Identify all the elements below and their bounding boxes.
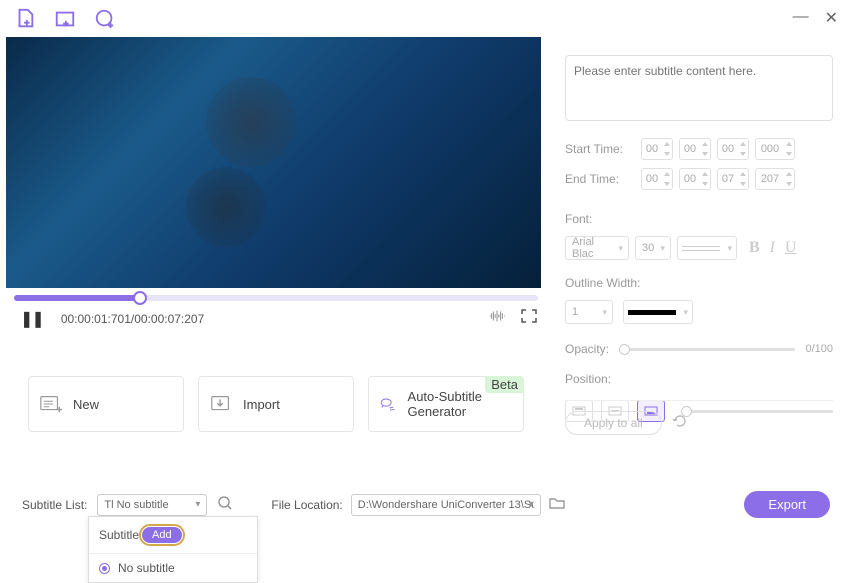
- opacity-slider[interactable]: [619, 348, 795, 351]
- bold-button[interactable]: B: [749, 239, 760, 257]
- timeline-progress: [14, 295, 140, 301]
- position-label: Position:: [565, 372, 833, 386]
- subtitle-list-label: Subtitle List:: [22, 498, 87, 512]
- start-hour-input[interactable]: 00: [641, 138, 673, 160]
- start-min-input[interactable]: 00: [679, 138, 711, 160]
- subtitle-content-input[interactable]: [565, 55, 833, 121]
- fullscreen-icon[interactable]: [520, 308, 538, 329]
- beta-badge: Beta: [485, 376, 524, 393]
- start-ms-input[interactable]: 000: [755, 138, 795, 160]
- start-sec-input[interactable]: 00: [717, 138, 749, 160]
- timecode-display: 00:00:01:701/00:00:07:207: [61, 312, 204, 326]
- file-location-value: D:\Wondershare UniConverter 13\SubEdite: [358, 499, 534, 511]
- reset-icon[interactable]: [672, 413, 688, 434]
- add-file-icon[interactable]: [14, 8, 36, 35]
- video-preview[interactable]: [6, 37, 541, 288]
- import-card-label: Import: [243, 397, 280, 412]
- outline-color-swatch: [628, 310, 676, 315]
- subtitle-list-dropdown[interactable]: Tl No subtitle: [97, 494, 207, 516]
- open-folder-icon[interactable]: [549, 496, 565, 513]
- underline-button[interactable]: U: [785, 239, 797, 257]
- new-card-label: New: [73, 397, 99, 412]
- font-color-select[interactable]: [677, 236, 737, 260]
- italic-button[interactable]: I: [770, 239, 775, 257]
- timeline-scrubber[interactable]: [14, 295, 538, 301]
- minimize-button[interactable]: —: [793, 8, 809, 28]
- apply-to-all-button[interactable]: Apply to all: [565, 411, 662, 435]
- add-subtitle-button[interactable]: Add: [142, 527, 182, 543]
- opacity-thumb[interactable]: [619, 344, 630, 355]
- end-time-label: End Time:: [565, 172, 635, 186]
- font-size-select[interactable]: 30: [635, 236, 671, 260]
- add-highlight-ring: Add: [139, 524, 185, 546]
- font-family-select[interactable]: Arial Blac: [565, 236, 629, 260]
- font-color-swatch: [682, 246, 720, 251]
- search-subtitle-icon[interactable]: [217, 495, 233, 514]
- waveform-icon[interactable]: [488, 308, 506, 329]
- subtitle-menu-header: Subtitle Add: [89, 517, 257, 554]
- file-location-dropdown[interactable]: D:\Wondershare UniConverter 13\SubEdite: [351, 494, 541, 516]
- add-circle-icon[interactable]: [94, 8, 116, 35]
- export-button[interactable]: Export: [744, 491, 830, 518]
- opacity-value: 0/100: [805, 343, 833, 355]
- import-subtitle-card[interactable]: Import: [198, 376, 354, 432]
- end-sec-input[interactable]: 07: [717, 168, 749, 190]
- auto-subtitle-card[interactable]: Beta T Auto-Subtitle Generator: [368, 376, 524, 432]
- timeline-thumb[interactable]: [133, 291, 147, 305]
- outline-width-select[interactable]: 1: [565, 300, 613, 324]
- outline-width-label: Outline Width:: [565, 276, 833, 290]
- end-min-input[interactable]: 00: [679, 168, 711, 190]
- new-subtitle-card[interactable]: New: [28, 376, 184, 432]
- start-time-label: Start Time:: [565, 142, 635, 156]
- close-button[interactable]: ✕: [825, 8, 838, 28]
- subtitle-selected-value: Tl No subtitle: [104, 499, 168, 511]
- pause-button[interactable]: ❚❚: [20, 309, 43, 329]
- auto-card-label: Auto-Subtitle Generator: [408, 389, 513, 419]
- panel-divider: [565, 400, 833, 401]
- position-slider[interactable]: [681, 410, 833, 413]
- end-hour-input[interactable]: 00: [641, 168, 673, 190]
- add-frame-icon[interactable]: [54, 8, 76, 35]
- subtitle-header-label: Subtitle: [99, 528, 139, 542]
- file-location-label: File Location:: [271, 498, 342, 512]
- opacity-label: Opacity:: [565, 342, 609, 356]
- svg-text:T: T: [389, 407, 393, 413]
- font-section-label: Font:: [565, 212, 833, 226]
- radio-selected-icon: [99, 563, 110, 574]
- end-ms-input[interactable]: 207: [755, 168, 795, 190]
- no-subtitle-option[interactable]: No subtitle: [89, 554, 257, 582]
- outline-color-select[interactable]: [623, 300, 693, 324]
